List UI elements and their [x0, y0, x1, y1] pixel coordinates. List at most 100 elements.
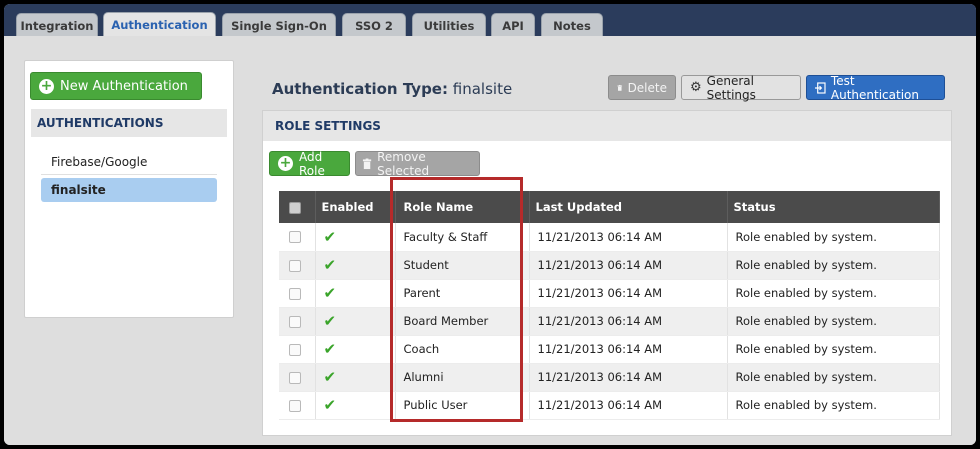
select-all-cell — [279, 191, 316, 223]
app-window: Integration Authentication Single Sign-O… — [4, 4, 976, 445]
row-last-updated: 11/21/2013 06:14 AM — [529, 251, 728, 280]
checkmark-icon[interactable]: ✔ — [324, 256, 337, 274]
sidebar-divider — [41, 174, 217, 175]
test-authentication-button[interactable]: Test Authentication — [806, 73, 945, 102]
row-status: Role enabled by system. — [727, 307, 940, 336]
row-select-cell — [279, 223, 316, 252]
trash-icon — [617, 84, 623, 91]
row-enabled-cell: ✔ — [315, 279, 396, 308]
sidebar-item-finalsite[interactable]: finalsite — [41, 178, 217, 202]
row-last-updated: 11/21/2013 06:14 AM — [529, 307, 728, 336]
delete-button[interactable]: Delete — [608, 75, 676, 100]
row-last-updated: 11/21/2013 06:14 AM — [529, 335, 728, 364]
row-status: Role enabled by system. — [727, 251, 940, 280]
role-settings-panel: ROLE SETTINGS + Add Role Remove Selected — [262, 110, 952, 436]
tab-utilities[interactable]: Utilities — [412, 13, 486, 38]
tab-notes[interactable]: Notes — [541, 13, 603, 38]
tab-single-sign-on[interactable]: Single Sign-On — [222, 13, 336, 38]
title-value: finalsite — [452, 80, 513, 98]
table-row[interactable]: ✔ Parent 11/21/2013 06:14 AM Role enabled b… — [279, 279, 940, 308]
row-checkbox[interactable] — [289, 231, 301, 244]
roles-table: Enabled Role Name Last Updated Status ✔ F… — [279, 191, 940, 420]
authentications-heading: AUTHENTICATIONS — [31, 109, 227, 137]
role-settings-heading: ROLE SETTINGS — [263, 111, 951, 141]
table-row[interactable]: ✔ Board Member 11/21/2013 06:14 AM Role ena… — [279, 307, 940, 336]
trash-icon — [362, 157, 372, 169]
table-row[interactable]: ✔ Coach 11/21/2013 06:14 AM Role enabled by… — [279, 335, 940, 364]
row-status: Role enabled by system. — [727, 391, 940, 420]
row-enabled-cell: ✔ — [315, 251, 396, 280]
row-checkbox[interactable] — [289, 287, 301, 300]
row-enabled-cell: ✔ — [315, 307, 396, 336]
row-role-name: Public User — [395, 391, 530, 420]
column-role-name[interactable]: Role Name — [395, 191, 530, 223]
tab-api[interactable]: API — [491, 13, 535, 38]
checkmark-icon[interactable]: ✔ — [324, 312, 337, 330]
row-enabled-cell: ✔ — [315, 335, 396, 364]
row-enabled-cell: ✔ — [315, 391, 396, 420]
column-enabled[interactable]: Enabled — [315, 191, 396, 223]
table-header-row: Enabled Role Name Last Updated Status — [279, 191, 940, 223]
row-last-updated: 11/21/2013 06:14 AM — [529, 223, 728, 252]
row-checkbox[interactable] — [289, 343, 301, 356]
tab-bar: Integration Authentication Single Sign-O… — [4, 4, 976, 40]
row-status: Role enabled by system. — [727, 335, 940, 364]
checkmark-icon[interactable]: ✔ — [324, 228, 337, 246]
row-select-cell — [279, 363, 316, 392]
table-row[interactable]: ✔ Faculty & Staff 11/21/2013 06:14 AM Role … — [279, 223, 940, 252]
row-checkbox[interactable] — [289, 259, 301, 272]
table-row[interactable]: ✔ Student 11/21/2013 06:14 AM Role enabled … — [279, 251, 940, 280]
gear-icon: ⚙ — [690, 80, 702, 95]
checkmark-icon[interactable]: ✔ — [324, 396, 337, 414]
checkmark-icon[interactable]: ✔ — [324, 368, 337, 386]
row-last-updated: 11/21/2013 06:14 AM — [529, 363, 728, 392]
row-status: Role enabled by system. — [727, 363, 940, 392]
column-status[interactable]: Status — [727, 191, 940, 223]
row-select-cell — [279, 391, 316, 420]
test-authentication-label: Test Authentication — [830, 73, 919, 102]
add-role-button[interactable]: + Add Role — [269, 149, 350, 178]
table-row[interactable]: ✔ Alumni 11/21/2013 06:14 AM Role enabled b… — [279, 363, 940, 392]
tab-sso-2[interactable]: SSO 2 — [342, 13, 406, 38]
table-row[interactable]: ✔ Public User 11/21/2013 06:14 AM Role enab… — [279, 391, 940, 420]
title-prefix: Authentication Type: — [272, 80, 448, 98]
row-select-cell — [279, 335, 316, 364]
main-content: + New Authentication AUTHENTICATIONS Fir… — [4, 36, 976, 445]
login-icon — [815, 81, 826, 94]
tab-integration[interactable]: Integration — [16, 13, 98, 38]
column-last-updated[interactable]: Last Updated — [529, 191, 728, 223]
select-all-checkbox[interactable] — [289, 201, 301, 214]
plus-circle-icon: + — [278, 155, 293, 171]
remove-selected-label: Remove Selected — [377, 149, 430, 178]
row-select-cell — [279, 279, 316, 308]
new-authentication-button[interactable]: + New Authentication — [30, 72, 202, 100]
add-role-label: Add Role — [299, 149, 325, 178]
row-checkbox[interactable] — [289, 399, 301, 412]
page-title: Authentication Type: finalsite — [272, 80, 512, 98]
row-checkbox[interactable] — [289, 315, 301, 328]
row-status: Role enabled by system. — [727, 223, 940, 252]
row-role-name: Parent — [395, 279, 530, 308]
row-select-cell — [279, 251, 316, 280]
general-settings-button[interactable]: ⚙ General Settings — [681, 73, 801, 102]
row-role-name: Coach — [395, 335, 530, 364]
row-status: Role enabled by system. — [727, 279, 940, 308]
row-role-name: Faculty & Staff — [395, 223, 530, 252]
row-last-updated: 11/21/2013 06:14 AM — [529, 279, 728, 308]
general-settings-label: General Settings — [706, 73, 756, 102]
delete-label: Delete — [627, 80, 667, 95]
checkmark-icon[interactable]: ✔ — [324, 340, 337, 358]
checkmark-icon[interactable]: ✔ — [324, 284, 337, 302]
row-role-name: Board Member — [395, 307, 530, 336]
remove-selected-button[interactable]: Remove Selected — [355, 149, 480, 178]
sidebar-item-firebase-google[interactable]: Firebase/Google — [41, 150, 217, 174]
row-role-name: Alumni — [395, 363, 530, 392]
row-checkbox[interactable] — [289, 371, 301, 384]
new-authentication-label: New Authentication — [60, 78, 188, 94]
row-enabled-cell: ✔ — [315, 363, 396, 392]
row-role-name: Student — [395, 251, 530, 280]
authentications-sidebar: + New Authentication AUTHENTICATIONS Fir… — [24, 60, 234, 318]
row-last-updated: 11/21/2013 06:14 AM — [529, 391, 728, 420]
row-select-cell — [279, 307, 316, 336]
plus-circle-icon: + — [39, 77, 54, 94]
